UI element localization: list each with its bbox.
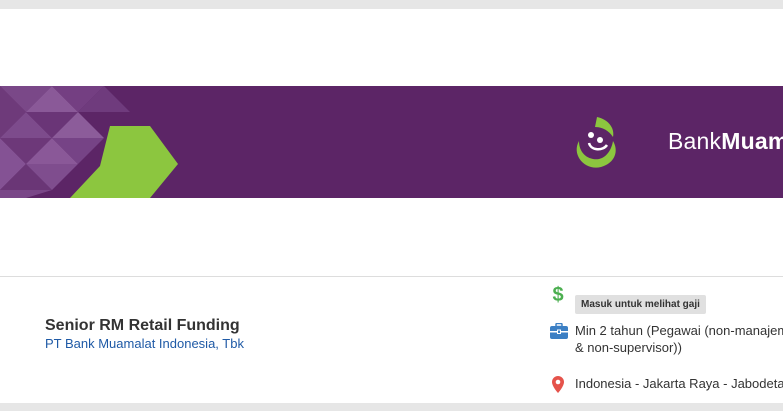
job-location: Indonesia - Jakarta Raya - Jabodetabek <box>575 376 783 391</box>
briefcase-icon <box>550 323 568 339</box>
bank-logo-emblem <box>576 117 616 168</box>
top-gap <box>0 0 783 9</box>
company-banner: BankMuamalat <box>0 86 783 198</box>
experience-requirement: Min 2 tahun (Pegawai (non-manajemen & no… <box>575 323 783 355</box>
company-link[interactable]: PT Bank Muamalat Indonesia, Tbk <box>45 336 244 351</box>
bank-logo-text: BankMuamalat <box>668 128 783 155</box>
brand-name-regular: Bank <box>668 128 722 154</box>
section-divider <box>0 276 783 277</box>
map-pin-icon <box>552 376 564 393</box>
brand-name-bold: Muamalat <box>721 128 783 154</box>
dollar-icon: $ <box>552 284 564 306</box>
job-title[interactable]: Senior RM Retail Funding <box>45 317 240 335</box>
job-card: BankMuamalat Senior RM Retail Funding PT… <box>0 9 783 403</box>
banner-pattern <box>0 86 178 198</box>
bottom-gap <box>0 403 783 411</box>
salary-login-badge[interactable]: Masuk untuk melihat gaji <box>575 295 706 314</box>
